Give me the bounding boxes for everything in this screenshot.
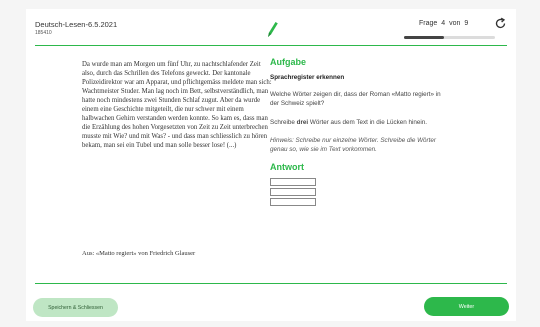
pencil-icon xyxy=(262,19,282,39)
save-and-close-button[interactable]: Speichern & Schliessen xyxy=(33,298,118,317)
exam-page: Deutsch-Lesen-6.5.2021 185410 Frage 4 vo… xyxy=(26,9,516,321)
next-button[interactable]: Weiter xyxy=(424,297,509,316)
passage-source: Aus: «Matto regiert» von Friedrich Glaus… xyxy=(82,250,196,257)
reload-icon[interactable] xyxy=(494,17,507,30)
task-subheading: Sprachregister erkennen xyxy=(270,74,345,81)
progress-bar xyxy=(404,36,495,39)
answer-heading: Antwort xyxy=(270,162,304,173)
progress-fill xyxy=(404,36,445,39)
reading-passage: Da wurde man am Morgen um fünf Uhr, zu n… xyxy=(82,61,272,150)
answer-field-3[interactable] xyxy=(270,198,316,207)
exam-id: 185410 xyxy=(35,30,52,36)
question-word: Frage xyxy=(419,20,438,27)
instruction-pre: Schreibe xyxy=(270,118,297,126)
instruction-post: Wörter aus dem Text in die Lücken hinein… xyxy=(308,118,428,126)
answer-field-1[interactable] xyxy=(270,178,316,187)
question-total: 9 xyxy=(464,20,469,27)
task-hint: Hinweis: Schreibe nur einzelne Wörter. S… xyxy=(270,136,437,154)
task-heading: Aufgabe xyxy=(270,57,306,67)
instruction-bold: drei xyxy=(296,118,309,126)
task-question: Welche Wörter zeigen dir, dass der Roman… xyxy=(270,91,441,108)
question-current: 4 xyxy=(441,20,446,27)
exam-title: Deutsch-Lesen-6.5.2021 xyxy=(35,20,118,29)
task-instruction: Schreibe drei Wörter aus dem Text in die… xyxy=(270,118,450,127)
task-panel: Aufgabe Sprachregister erkennen Welche W… xyxy=(270,57,450,207)
header-divider xyxy=(35,45,507,46)
footer-divider xyxy=(35,283,507,284)
answer-field-2[interactable] xyxy=(270,188,316,197)
question-of: von xyxy=(449,20,461,27)
question-counter: Frage 4 von 9 xyxy=(419,20,468,27)
